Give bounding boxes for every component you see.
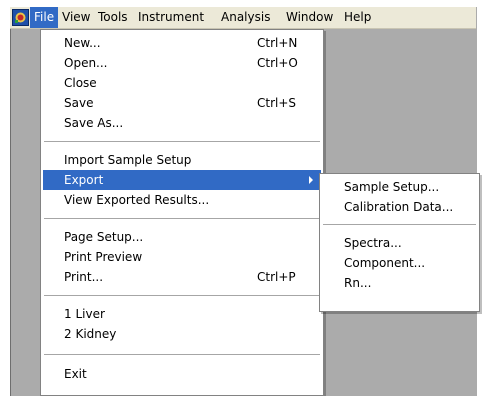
menu-item-label: 1 Liver xyxy=(64,307,105,321)
menu-item-close[interactable]: Close xyxy=(43,73,321,93)
menu-item-label: Open... xyxy=(64,56,108,70)
submenu-arrow-icon xyxy=(309,176,313,184)
menu-tools[interactable]: Tools xyxy=(94,7,132,28)
submenu-item-calibration-data[interactable]: Calibration Data... xyxy=(322,197,477,217)
menu-bar: File View Tools Instrument Analysis Wind… xyxy=(10,7,476,29)
menu-separator xyxy=(323,224,476,225)
export-submenu: Sample Setup... Calibration Data... Spec… xyxy=(319,173,480,312)
menu-item-import-sample-setup[interactable]: Import Sample Setup xyxy=(43,150,321,170)
menu-item-print[interactable]: Print... Ctrl+P xyxy=(43,267,321,287)
menu-item-save[interactable]: Save Ctrl+S xyxy=(43,93,321,113)
menu-item-label: Close xyxy=(64,76,97,90)
menu-item-recent-2[interactable]: 2 Kidney xyxy=(43,324,321,344)
app-icon[interactable] xyxy=(12,9,29,26)
menu-item-open[interactable]: Open... Ctrl+O xyxy=(43,53,321,73)
submenu-item-rn[interactable]: Rn... xyxy=(322,273,477,293)
menu-item-shortcut: Ctrl+O xyxy=(257,56,298,70)
submenu-item-label: Spectra... xyxy=(344,236,402,250)
menu-analysis[interactable]: Analysis xyxy=(217,7,274,28)
menu-item-shortcut: Ctrl+N xyxy=(257,36,298,50)
menu-item-save-as[interactable]: Save As... xyxy=(43,113,321,133)
menu-instrument[interactable]: Instrument xyxy=(134,7,208,28)
menu-item-new[interactable]: New... Ctrl+N xyxy=(43,33,321,53)
menu-item-view-exported-results[interactable]: View Exported Results... xyxy=(43,190,321,210)
menu-item-print-preview[interactable]: Print Preview xyxy=(43,247,321,267)
menu-item-label: 2 Kidney xyxy=(64,327,117,341)
menu-item-label: Print Preview xyxy=(64,250,143,264)
menu-item-exit[interactable]: Exit xyxy=(43,364,321,384)
menu-item-label: Exit xyxy=(64,367,87,381)
menu-item-label: Save xyxy=(64,96,94,110)
menu-separator xyxy=(44,218,320,219)
submenu-item-label: Sample Setup... xyxy=(344,180,440,194)
menu-item-label: New... xyxy=(64,36,101,50)
menu-item-shortcut: Ctrl+P xyxy=(257,270,296,284)
submenu-item-spectra[interactable]: Spectra... xyxy=(322,233,477,253)
menu-help[interactable]: Help xyxy=(340,7,375,28)
menu-item-page-setup[interactable]: Page Setup... xyxy=(43,227,321,247)
file-menu-dropdown: New... Ctrl+N Open... Ctrl+O Close Save … xyxy=(40,29,324,396)
menu-separator xyxy=(44,141,320,142)
menu-item-label: View Exported Results... xyxy=(64,193,210,207)
submenu-item-label: Calibration Data... xyxy=(344,200,454,214)
menu-window[interactable]: Window xyxy=(282,7,337,28)
menu-view[interactable]: View xyxy=(58,7,94,28)
menu-item-label: Print... xyxy=(64,270,104,284)
menu-item-label: Save As... xyxy=(64,116,124,130)
menu-separator xyxy=(44,295,320,296)
menu-file[interactable]: File xyxy=(30,7,59,28)
menu-item-shortcut: Ctrl+S xyxy=(257,96,297,110)
submenu-item-label: Component... xyxy=(344,256,426,270)
menu-item-export[interactable]: Export xyxy=(43,170,321,190)
submenu-item-sample-setup[interactable]: Sample Setup... xyxy=(322,177,477,197)
menu-item-label: Export xyxy=(64,173,104,187)
menu-item-label: Page Setup... xyxy=(64,230,144,244)
menu-item-label: Import Sample Setup xyxy=(64,153,192,167)
menu-separator xyxy=(44,354,320,355)
submenu-item-label: Rn... xyxy=(344,276,372,290)
menu-item-recent-1[interactable]: 1 Liver xyxy=(43,304,321,324)
submenu-item-component[interactable]: Component... xyxy=(322,253,477,273)
